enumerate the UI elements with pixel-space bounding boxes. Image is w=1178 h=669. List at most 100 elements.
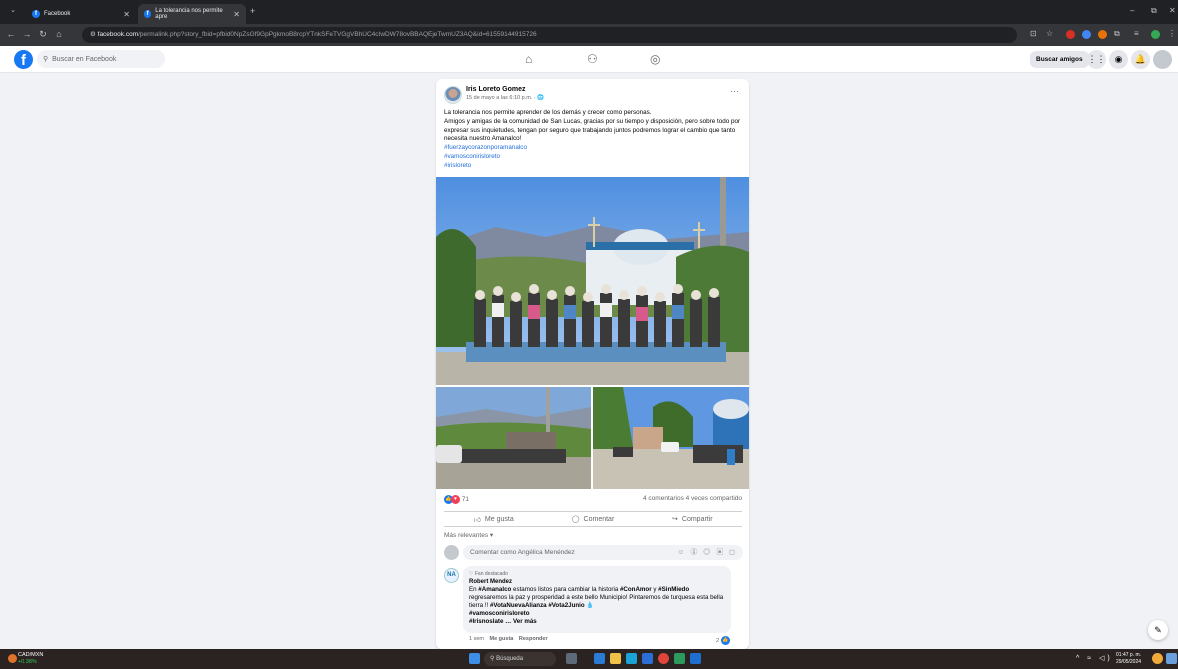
- browser-menu-icon[interactable]: ⋮: [1168, 29, 1176, 38]
- taskbar-search[interactable]: ⚲ Búsqueda: [484, 652, 556, 666]
- forward-icon[interactable]: →: [20, 29, 34, 39]
- widgets-icon[interactable]: [8, 654, 17, 663]
- facebook-search-input[interactable]: ⚲ Buscar en Facebook: [37, 50, 165, 68]
- tab-post[interactable]: f La tolerancia nos permite apre ✕: [138, 4, 246, 24]
- hashtag-link[interactable]: #irisloreto: [444, 162, 744, 171]
- comment-label: Comentar: [583, 515, 615, 523]
- post-photo-secondary[interactable]: [436, 387, 591, 489]
- file-explorer-icon[interactable]: [610, 653, 621, 664]
- comment-text: En: [469, 586, 479, 593]
- hashtag-link[interactable]: #vamosconirisloreto: [444, 153, 744, 162]
- maximize-button[interactable]: ⧉: [1151, 6, 1157, 16]
- taskbar-search-label: Búsqueda: [496, 656, 524, 662]
- messenger-icon[interactable]: ◉: [1109, 50, 1128, 69]
- find-friends-button[interactable]: Buscar amigos: [1030, 51, 1089, 68]
- groups-nav-icon[interactable]: ◎: [650, 52, 660, 66]
- install-app-icon[interactable]: ⊡: [1030, 29, 1037, 38]
- app-icon[interactable]: [690, 653, 701, 664]
- bookmark-star-icon[interactable]: ☆: [1046, 29, 1053, 38]
- hashtag-link[interactable]: #vamosconirisloreto: [469, 610, 725, 618]
- windows-taskbar: CAD/MXN +0.38% ⚲ Búsqueda ^ ≈ ◁) 01:47 p…: [0, 649, 1178, 669]
- search-icon: ⚲: [43, 56, 49, 63]
- like-button[interactable]: 👍︎ Me gusta: [444, 512, 543, 526]
- post-options-icon[interactable]: ···: [730, 86, 739, 96]
- top-fan-badge: ♡ Fan destacado: [469, 571, 508, 577]
- store-icon[interactable]: [642, 653, 653, 664]
- notifications-bell-icon[interactable]: 🔔: [1131, 50, 1150, 69]
- profile-avatar[interactable]: [1153, 50, 1172, 69]
- comment-tools-icons[interactable]: ☺ ⓖ ◎ ▣ ◻: [677, 545, 737, 560]
- extension-icon[interactable]: [1082, 30, 1091, 39]
- extension-icon[interactable]: [1098, 30, 1107, 39]
- post-date[interactable]: 15 de mayo a las 6:10 p.m. · 🌐: [466, 95, 544, 101]
- taskbar-clock[interactable]: 01:47 p. m. 29/05/2024: [1116, 652, 1141, 666]
- profile-avatar-icon[interactable]: [1151, 30, 1160, 39]
- app-icon[interactable]: [674, 653, 685, 664]
- comment-input[interactable]: Comentar como Angélica Menéndez ☺ ⓖ ◎ ▣ …: [463, 545, 743, 560]
- url-path: /permalink.php?story_fbid=pfbid0NpZsGf9G…: [138, 31, 537, 38]
- app-icon[interactable]: [566, 653, 577, 664]
- system-tray[interactable]: ^ ≈ ◁): [1076, 654, 1113, 662]
- comment-reactions[interactable]: 2 👍: [716, 636, 730, 645]
- address-bar[interactable]: ⚙ facebook.com/permalink.php?story_fbid=…: [82, 27, 1017, 43]
- post-author[interactable]: Iris Loreto Gomez: [466, 86, 526, 93]
- edge-icon[interactable]: [626, 653, 637, 664]
- minimize-button[interactable]: –: [1130, 6, 1134, 15]
- clock-time: 01:47 p. m.: [1116, 652, 1142, 658]
- reload-icon[interactable]: ↻: [36, 29, 50, 40]
- url-host: facebook.com: [97, 31, 139, 38]
- hashtag-link[interactable]: #VotaNuevaAlianza #Vota2Junio: [490, 602, 585, 609]
- commenter-avatar[interactable]: NA: [444, 568, 459, 583]
- comment-reply-button[interactable]: Responder: [519, 636, 548, 642]
- close-tab-icon[interactable]: ✕: [233, 10, 240, 19]
- facebook-favicon-icon: f: [32, 10, 40, 18]
- menu-grid-icon[interactable]: ⋮⋮: [1087, 50, 1106, 69]
- comment-author[interactable]: Robert Mendez: [469, 578, 725, 586]
- extensions-puzzle-icon[interactable]: ⧉: [1114, 29, 1120, 39]
- tab-list-icon[interactable]: ⌄: [6, 6, 20, 14]
- site-info-icon[interactable]: ⚙: [90, 31, 98, 38]
- comment-button[interactable]: ◯ Comentar: [543, 512, 642, 526]
- author-avatar[interactable]: [444, 86, 462, 104]
- comments-shares-count[interactable]: 4 comentarios 4 veces compartido: [643, 495, 742, 502]
- new-message-icon[interactable]: ✎: [1148, 620, 1168, 640]
- reactions-count[interactable]: 71: [462, 496, 469, 503]
- close-window-button[interactable]: ✕: [1169, 6, 1176, 15]
- post-photo-main[interactable]: [436, 177, 749, 385]
- home-icon[interactable]: ⌂: [52, 29, 66, 39]
- love-reaction-icon: ♥: [451, 495, 460, 504]
- ticker-name: CAD/MXN: [18, 652, 44, 658]
- facebook-logo-icon[interactable]: f: [14, 50, 33, 69]
- post-stats: 👍 ♥ 71 4 comentarios 4 veces compartido: [444, 495, 742, 507]
- new-tab-button[interactable]: +: [250, 6, 255, 16]
- back-icon[interactable]: ←: [4, 29, 18, 39]
- hashtag-link[interactable]: #Amanalco: [478, 586, 511, 593]
- comment-icon: ◯: [571, 516, 580, 523]
- facebook-header: f ⚲ Buscar en Facebook ⌂ ⚇ ◎ Buscar amig…: [0, 46, 1178, 73]
- extension-icon[interactable]: [1066, 30, 1075, 39]
- post-photo-secondary[interactable]: [593, 387, 749, 489]
- tab-title: Facebook: [44, 11, 71, 17]
- hashtag-link[interactable]: #ConAmor: [620, 586, 652, 593]
- windows-start-icon[interactable]: [469, 653, 480, 664]
- hashtag-link[interactable]: #SinMiedo: [658, 586, 689, 593]
- notification-icon[interactable]: [1152, 653, 1163, 664]
- post-text-line: Amigos y amigas de la comunidad de San L…: [444, 117, 741, 143]
- friends-nav-icon[interactable]: ⚇: [587, 52, 598, 66]
- task-view-icon[interactable]: [594, 653, 605, 664]
- comment-like-button[interactable]: Me gusta: [490, 636, 514, 642]
- tab-facebook[interactable]: f Facebook ✕: [26, 4, 136, 24]
- comment-time[interactable]: 1 sem: [469, 636, 484, 642]
- chrome-icon[interactable]: [658, 653, 669, 664]
- like-label: Me gusta: [484, 515, 514, 523]
- comment-sort-dropdown[interactable]: Más relevantes ▾: [444, 531, 493, 539]
- clock-date: 29/05/2024: [1116, 659, 1142, 665]
- home-nav-icon[interactable]: ⌂: [525, 52, 532, 66]
- see-more-link[interactable]: #Irisnoslate … Ver más: [469, 618, 725, 626]
- copilot-icon[interactable]: [1166, 653, 1177, 664]
- stock-ticker-widget[interactable]: CAD/MXN +0.38%: [18, 652, 43, 666]
- share-button[interactable]: ↪ Compartir: [643, 512, 742, 526]
- close-tab-icon[interactable]: ✕: [123, 10, 130, 19]
- hashtag-link[interactable]: #fuerzaycorazonporamanalco: [444, 144, 744, 153]
- reading-list-icon[interactable]: ≡: [1134, 29, 1139, 38]
